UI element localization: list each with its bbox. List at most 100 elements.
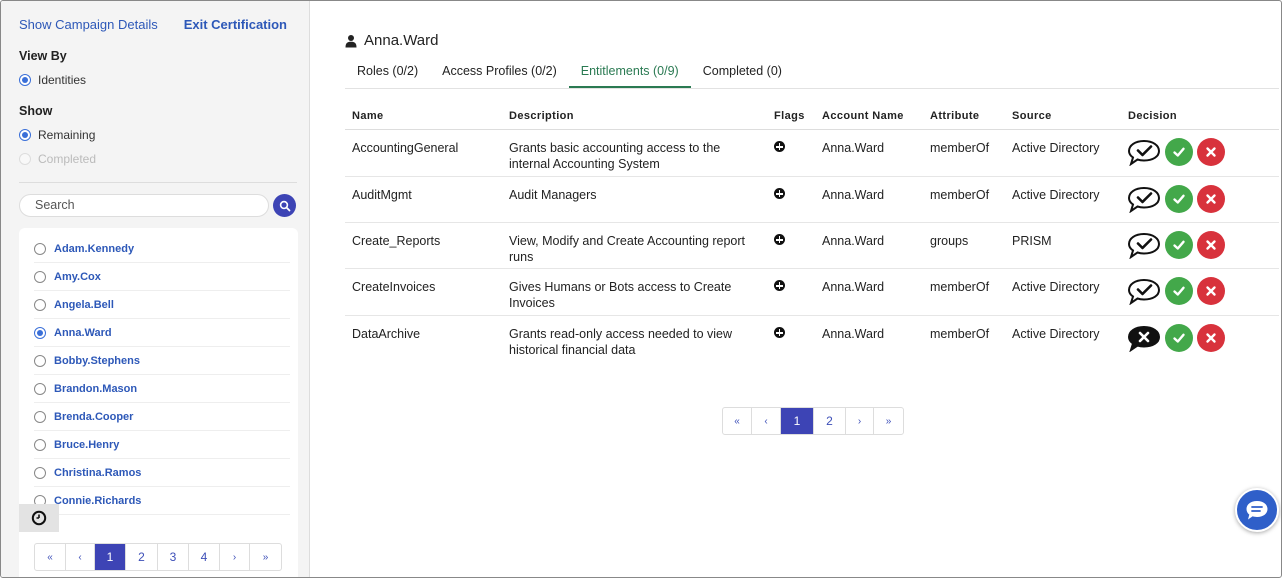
page-4-button[interactable]: 4 [189, 544, 220, 570]
column-header-attribute[interactable]: Attribute [930, 110, 979, 122]
account-name: Anna.Ward [822, 327, 885, 341]
identity-item-anna-ward[interactable]: Anna.Ward [34, 319, 290, 347]
column-header-name[interactable]: Name [352, 110, 384, 122]
flag-plus-icon[interactable] [774, 141, 785, 152]
first-page-button[interactable]: « [723, 408, 752, 434]
view-by-identities-option[interactable]: Identities [19, 73, 86, 87]
tab-entitlements[interactable]: Entitlements (0/9) [568, 59, 691, 88]
account-name: Anna.Ward [822, 280, 885, 294]
entitlement-name: AccountingGeneral [352, 141, 459, 155]
show-campaign-details-link[interactable]: Show Campaign Details [19, 17, 158, 32]
identity-name[interactable]: Brandon.Mason [54, 383, 137, 395]
identity-item-brandon-mason[interactable]: Brandon.Mason [34, 375, 290, 403]
approve-button[interactable] [1165, 324, 1193, 352]
comment-check-icon[interactable] [1127, 185, 1161, 213]
identity-radio[interactable] [34, 242, 46, 255]
flag-plus-icon[interactable] [774, 280, 785, 291]
identity-name[interactable]: Angela.Bell [54, 299, 114, 311]
identity-radio[interactable] [34, 298, 46, 311]
revoke-button[interactable] [1197, 185, 1225, 213]
show-completed-option: Completed [19, 152, 96, 166]
identity-name[interactable]: Anna.Ward [54, 327, 112, 339]
tab-access-profiles[interactable]: Access Profiles (0/2) [430, 59, 569, 88]
identity-item-angela-bell[interactable]: Angela.Bell [34, 291, 290, 319]
search-input[interactable]: Search [19, 194, 269, 217]
revoke-button[interactable] [1197, 138, 1225, 166]
identity-item-bruce-henry[interactable]: Bruce.Henry [34, 431, 290, 459]
identity-name[interactable]: Connie.Richards [54, 495, 141, 507]
x-icon [1206, 240, 1216, 250]
flag-plus-icon[interactable] [774, 188, 785, 199]
identity-name[interactable]: Brenda.Cooper [54, 411, 133, 423]
identity-radio-selected[interactable] [34, 326, 46, 339]
revoke-button[interactable] [1197, 231, 1225, 259]
page-1-button[interactable]: 1 [781, 408, 814, 434]
page-2-button[interactable]: 2 [126, 544, 158, 570]
identity-item-connie-richards[interactable]: Connie.Richards [34, 487, 290, 515]
identity-item-bobby-stephens[interactable]: Bobby.Stephens [34, 347, 290, 375]
entitlement-name: CreateInvoices [352, 280, 436, 294]
prev-page-button[interactable]: ‹ [66, 544, 95, 570]
identity-item-brenda-cooper[interactable]: Brenda.Cooper [34, 403, 290, 431]
approve-button[interactable] [1165, 138, 1193, 166]
column-header-flags[interactable]: Flags [774, 110, 805, 122]
approve-button[interactable] [1165, 185, 1193, 213]
check-icon [1173, 286, 1185, 296]
remaining-radio[interactable] [19, 129, 31, 141]
history-button[interactable] [19, 504, 59, 532]
check-icon [1173, 194, 1185, 204]
revoke-button[interactable] [1197, 324, 1225, 352]
identity-name[interactable]: Bobby.Stephens [54, 355, 140, 367]
identity-radio[interactable] [34, 354, 46, 367]
entitlement-description: Grants basic accounting access to the in… [509, 141, 721, 171]
flag-plus-icon[interactable] [774, 327, 785, 338]
entitlement-description: View, Modify and Create Accounting repor… [509, 234, 746, 264]
next-page-button[interactable]: › [220, 544, 250, 570]
identity-name[interactable]: Amy.Cox [54, 271, 101, 283]
identity-name[interactable]: Christina.Ramos [54, 467, 141, 479]
x-icon [1206, 333, 1216, 343]
chat-button[interactable] [1235, 488, 1279, 532]
identity-item-adam-kennedy[interactable]: Adam.Kennedy [34, 235, 290, 263]
comment-check-icon[interactable] [1127, 231, 1161, 259]
comment-check-icon[interactable] [1127, 277, 1161, 305]
revoke-button[interactable] [1197, 277, 1225, 305]
page-1-button[interactable]: 1 [95, 544, 126, 570]
next-page-button[interactable]: › [846, 408, 874, 434]
identities-label: Identities [38, 73, 87, 87]
tab-completed[interactable]: Completed (0) [691, 59, 794, 88]
check-icon [1173, 240, 1185, 250]
identity-radio[interactable] [34, 410, 46, 423]
page-2-button[interactable]: 2 [814, 408, 846, 434]
decision-buttons [1127, 324, 1225, 352]
identity-name[interactable]: Bruce.Henry [54, 439, 119, 451]
identity-radio[interactable] [34, 270, 46, 283]
identity-radio[interactable] [34, 466, 46, 479]
decision-buttons [1127, 138, 1225, 166]
identity-name[interactable]: Adam.Kennedy [54, 243, 134, 255]
column-header-source[interactable]: Source [1012, 110, 1052, 122]
identity-item-amy-cox[interactable]: Amy.Cox [34, 263, 290, 291]
search-button[interactable] [273, 194, 296, 217]
identity-radio[interactable] [34, 382, 46, 395]
exit-certification-link[interactable]: Exit Certification [184, 17, 287, 32]
show-remaining-option[interactable]: Remaining [19, 128, 95, 142]
completed-radio [19, 153, 31, 165]
column-header-account-name[interactable]: Account Name [822, 110, 904, 122]
approve-button[interactable] [1165, 231, 1193, 259]
identities-radio[interactable] [19, 74, 31, 86]
flag-plus-icon[interactable] [774, 234, 785, 245]
approve-button[interactable] [1165, 277, 1193, 305]
comment-check-icon[interactable] [1127, 138, 1161, 166]
identity-radio[interactable] [34, 438, 46, 451]
page-3-button[interactable]: 3 [158, 544, 189, 570]
last-page-button[interactable]: » [250, 544, 281, 570]
tab-roles[interactable]: Roles (0/2) [345, 59, 430, 88]
prev-page-button[interactable]: ‹ [752, 408, 781, 434]
last-page-button[interactable]: » [874, 408, 903, 434]
identity-item-christina-ramos[interactable]: Christina.Ramos [34, 459, 290, 487]
column-header-description[interactable]: Description [509, 110, 574, 122]
first-page-button[interactable]: « [35, 544, 66, 570]
sidebar-divider [19, 182, 297, 183]
comment-x-icon[interactable] [1127, 324, 1161, 352]
